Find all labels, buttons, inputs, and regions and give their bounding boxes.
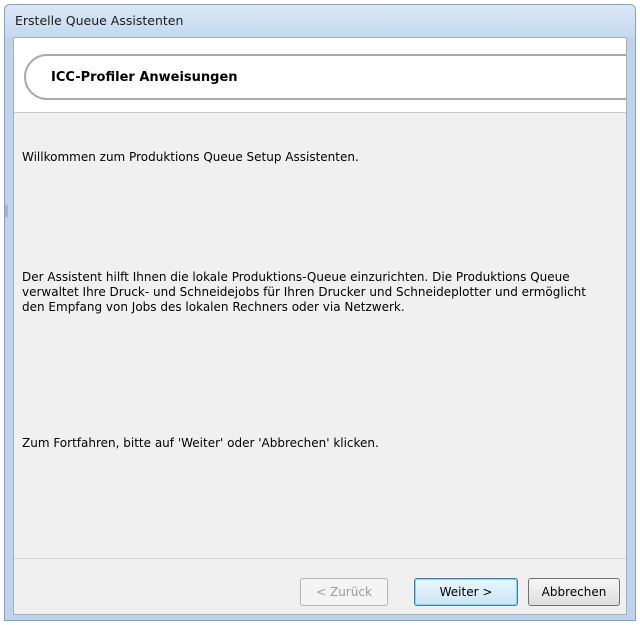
back-button[interactable]: < Zurück (300, 578, 388, 606)
footer-divider (14, 558, 626, 559)
header-banner: ICC-Profiler Anweisungen (14, 38, 626, 112)
description-text: Der Assistent hilft Ihnen die lokale Pro… (22, 270, 586, 314)
frame-accent (5, 205, 8, 217)
header-divider (14, 112, 626, 113)
window-title: Erstelle Queue Assistenten (15, 13, 184, 28)
instruction-text: Zum Fortfahren, bitte auf 'Weiter' oder … (22, 436, 379, 450)
title-bar[interactable]: Erstelle Queue Assistenten (5, 5, 635, 37)
header-pill: ICC-Profiler Anweisungen (24, 54, 626, 100)
wizard-window: Erstelle Queue Assistenten ICC-Profiler … (4, 4, 636, 621)
wizard-client-area: ICC-Profiler Anweisungen Willkommen zum … (13, 37, 627, 615)
next-button[interactable]: Weiter > (414, 578, 518, 606)
welcome-text: Willkommen zum Produktions Queue Setup A… (22, 150, 359, 164)
page-title: ICC-Profiler Anweisungen (51, 70, 238, 85)
cancel-button[interactable]: Abbrechen (528, 578, 620, 606)
